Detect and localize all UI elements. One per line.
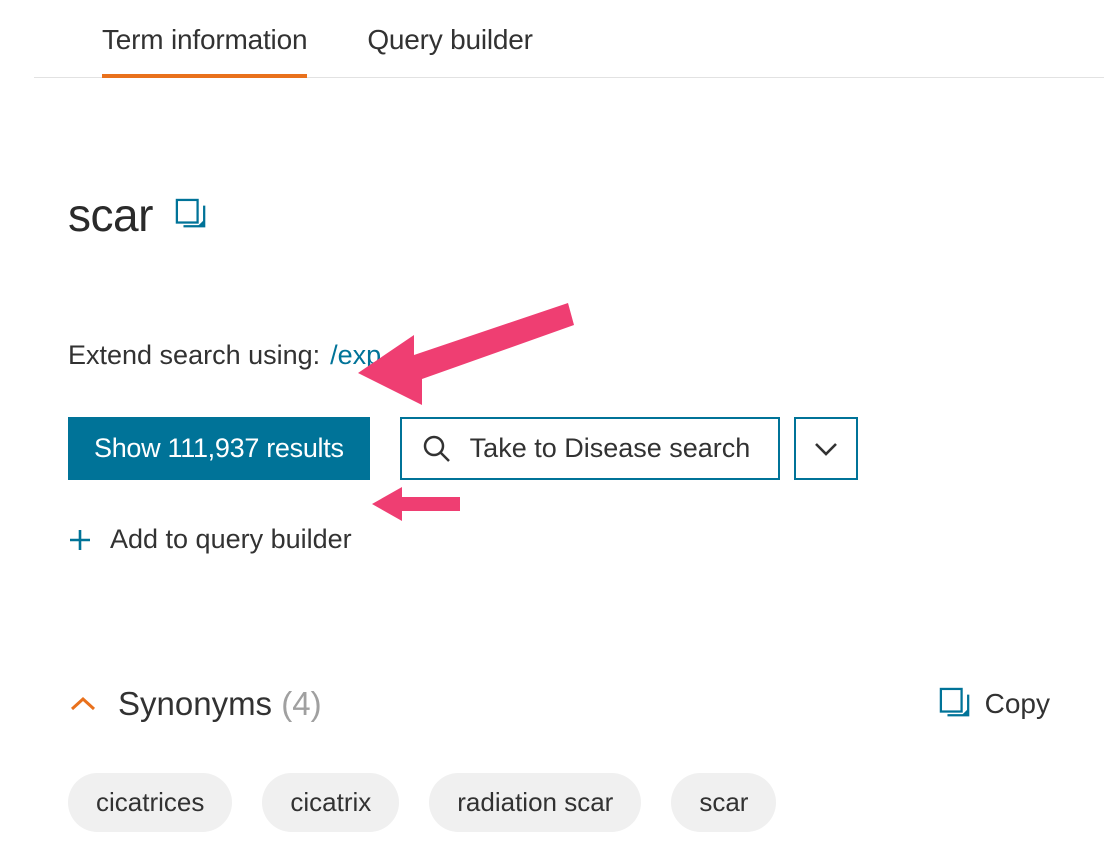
chevron-down-icon	[813, 440, 839, 458]
synonym-chip[interactable]: cicatrices	[68, 773, 232, 832]
secondary-button-group: Take to Disease search	[400, 417, 859, 480]
take-to-disease-label: Take to Disease search	[470, 433, 751, 464]
content-area: scar Extend search using: /exp Show 111,…	[0, 78, 1050, 832]
extend-search-link[interactable]: /exp	[330, 340, 411, 371]
copy-term-icon[interactable]	[175, 199, 207, 231]
tabs-bar: Term information Query builder	[34, 0, 1104, 78]
tab-term-information[interactable]: Term information	[102, 24, 307, 78]
chevron-up-icon[interactable]	[68, 694, 98, 714]
synonyms-header: Synonyms (4) Copy	[68, 685, 1050, 723]
term-title: scar	[68, 188, 153, 242]
copy-icon	[939, 687, 971, 721]
synonym-chip[interactable]: radiation scar	[429, 773, 641, 832]
add-to-query-builder-button[interactable]: Add to query builder	[68, 524, 352, 555]
take-to-disease-search-button[interactable]: Take to Disease search	[400, 417, 781, 480]
synonym-chips: cicatrices cicatrix radiation scar scar	[68, 773, 1050, 832]
actions-row: Show 111,937 results Take to Disease sea…	[68, 417, 1050, 480]
copy-synonyms-button[interactable]: Copy	[939, 687, 1050, 721]
synonym-chip[interactable]: cicatrix	[262, 773, 399, 832]
more-actions-button[interactable]	[794, 417, 858, 480]
extend-search-row: Extend search using: /exp	[68, 340, 1050, 371]
plus-icon	[68, 528, 92, 552]
search-icon	[422, 434, 452, 464]
tab-query-builder[interactable]: Query builder	[367, 24, 532, 77]
extend-search-link-text: /exp	[330, 340, 381, 371]
copy-label: Copy	[985, 688, 1050, 720]
term-row: scar	[68, 188, 1050, 242]
chevron-down-icon	[387, 348, 411, 364]
extend-search-label: Extend search using:	[68, 340, 320, 371]
synonyms-title: Synonyms (4)	[118, 685, 322, 723]
synonym-chip[interactable]: scar	[671, 773, 776, 832]
synonyms-count: (4)	[281, 685, 321, 722]
synonyms-header-left: Synonyms (4)	[68, 685, 322, 723]
show-results-button[interactable]: Show 111,937 results	[68, 417, 370, 480]
add-to-query-builder-label: Add to query builder	[110, 524, 352, 555]
synonyms-title-text: Synonyms	[118, 685, 272, 722]
